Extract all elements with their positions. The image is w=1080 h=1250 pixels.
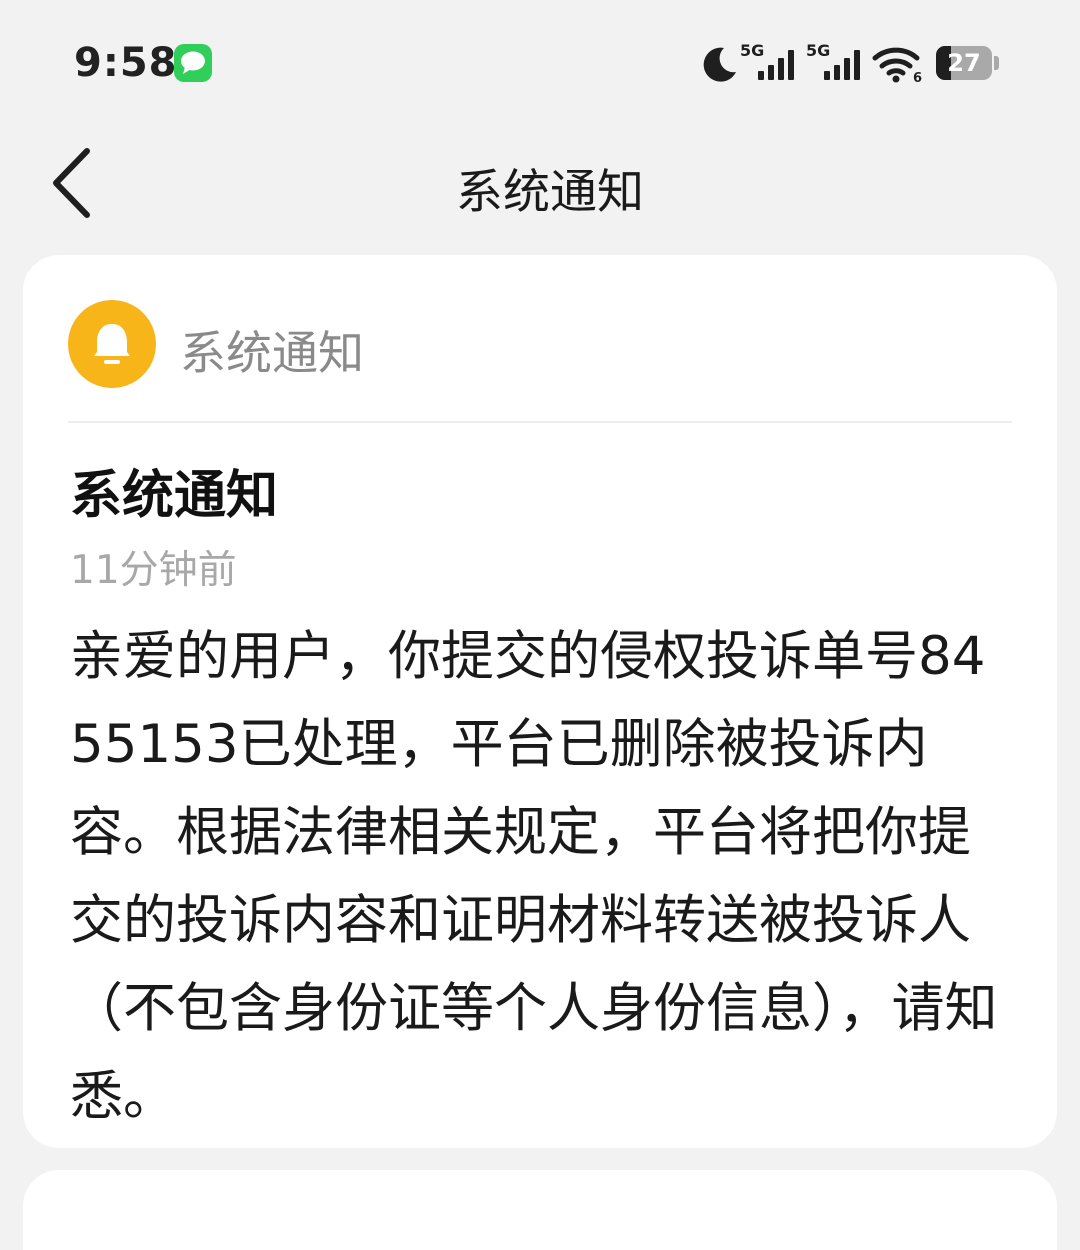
navigation-header: 系统通知 bbox=[0, 125, 1080, 245]
status-icons: 5G 5G 6 27 bbox=[700, 40, 1010, 86]
battery-level: 27 bbox=[947, 49, 981, 77]
card-header: 系统通知 bbox=[23, 255, 1057, 421]
bell-icon bbox=[94, 324, 130, 364]
message-icon bbox=[174, 44, 212, 82]
avatar bbox=[68, 300, 156, 388]
status-bar: 9:58 5G 5G 6 27 bbox=[0, 0, 1080, 125]
signal-5g-icon: 5G bbox=[740, 41, 794, 80]
wifi-icon: 6 bbox=[872, 47, 922, 84]
battery-tip bbox=[994, 56, 999, 70]
network-label: 5G bbox=[806, 41, 830, 60]
notification-card[interactable]: 系统通知 系统通知 11分钟前 亲爱的用户，你提交的侵权投诉单号8455153已… bbox=[23, 255, 1057, 1148]
notification-body: 亲爱的用户，你提交的侵权投诉单号8455153已处理，平台已删除被投诉内容。根据… bbox=[70, 626, 998, 1127]
status-time: 9:58 bbox=[74, 40, 178, 86]
page-title: 系统通知 bbox=[456, 165, 644, 220]
network-label: 5G bbox=[740, 41, 764, 60]
notification-time: 11分钟前 bbox=[70, 548, 237, 593]
sender-name: 系统通知 bbox=[180, 326, 364, 380]
notification-title: 系统通知 bbox=[70, 466, 279, 526]
wifi-badge: 6 bbox=[913, 71, 922, 84]
battery-icon: 27 bbox=[936, 46, 992, 80]
moon-icon bbox=[703, 47, 736, 82]
signal-5g-icon: 5G bbox=[806, 41, 860, 80]
divider bbox=[68, 421, 1012, 423]
next-notification-card[interactable] bbox=[23, 1170, 1057, 1250]
